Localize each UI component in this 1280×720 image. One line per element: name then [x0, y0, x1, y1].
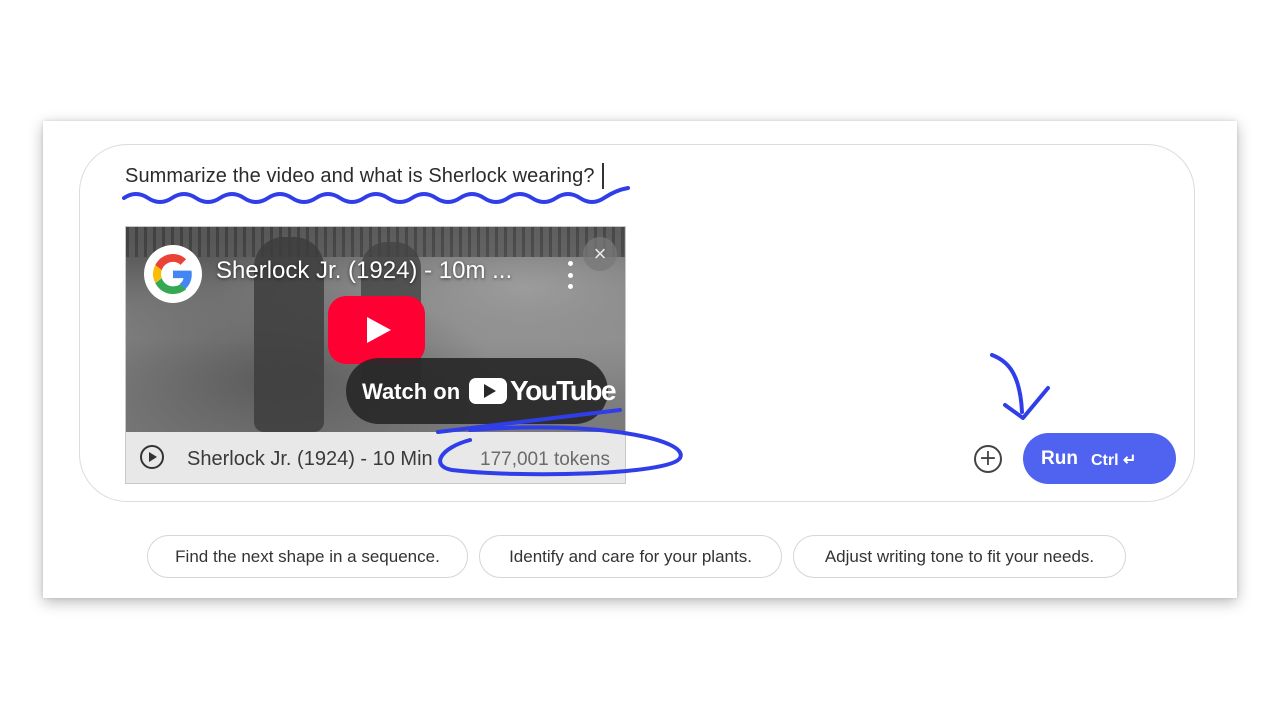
more-options-icon[interactable] [560, 261, 580, 289]
suggestion-chip[interactable]: Adjust writing tone to fit your needs. [793, 535, 1126, 578]
youtube-logo-icon [469, 378, 507, 404]
text-caret [602, 163, 604, 189]
suggestion-chip[interactable]: Identify and care for your plants. [479, 535, 782, 578]
run-label: Run [1041, 448, 1078, 469]
video-title[interactable]: Sherlock Jr. (1924) - 10m ... [216, 257, 512, 285]
add-media-button[interactable]: + [974, 445, 1002, 473]
remove-video-button[interactable]: × [583, 237, 617, 271]
google-logo-icon [144, 245, 202, 303]
watch-on-label: Watch on [362, 379, 461, 404]
watch-on-youtube-button[interactable]: Watch on YouTube [346, 358, 617, 424]
play-icon [367, 317, 391, 343]
video-footer-title: Sherlock Jr. (1924) - 10 Min . [187, 448, 444, 470]
play-circle-icon[interactable] [140, 445, 164, 469]
suggestion-chip[interactable]: Find the next shape in a sequence. [147, 535, 468, 578]
token-count: 177,001 tokens [480, 449, 610, 470]
video-thumbnail[interactable]: Sherlock Jr. (1924) - 10m ... × Watch on… [126, 227, 625, 432]
run-shortcut: Ctrl ↵ [1091, 452, 1137, 469]
run-button[interactable]: Run Ctrl ↵ [1023, 433, 1176, 484]
video-attachment[interactable]: Sherlock Jr. (1924) - 10m ... × Watch on… [125, 226, 626, 484]
youtube-wordmark: YouTube [510, 375, 617, 406]
youtube-play-button[interactable] [328, 296, 425, 364]
prompt-text[interactable]: Summarize the video and what is Sherlock… [125, 165, 595, 188]
video-footer: Sherlock Jr. (1924) - 10 Min . 177,001 t… [126, 432, 625, 483]
